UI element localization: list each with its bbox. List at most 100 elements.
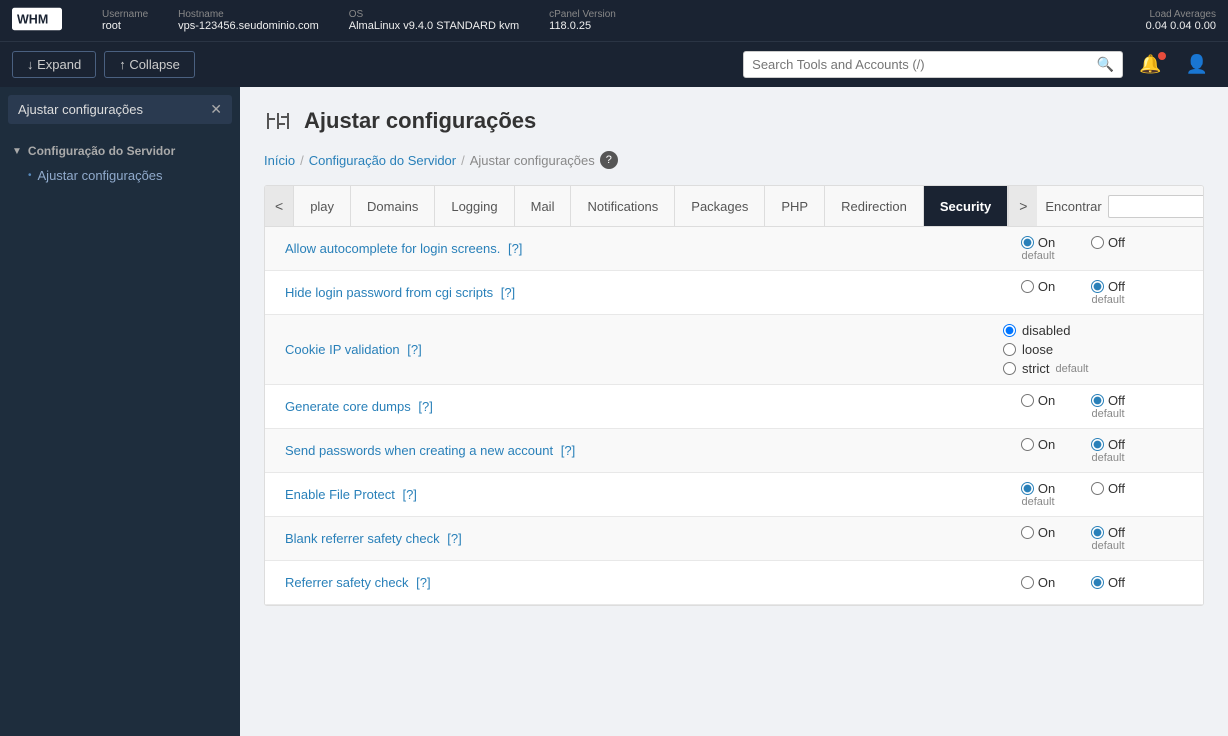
collapse-button[interactable]: ↑ Collapse xyxy=(104,51,195,78)
referrer-help[interactable]: [?] xyxy=(416,575,430,590)
fileprotect-on-col: On default xyxy=(1003,481,1073,508)
cookieip-link[interactable]: Cookie IP validation xyxy=(285,342,400,357)
blankreferrer-link[interactable]: Blank referrer safety check xyxy=(285,531,440,546)
referrer-link[interactable]: Referrer safety check xyxy=(285,575,409,590)
hidepassword-off-radio[interactable] xyxy=(1091,280,1104,293)
referrer-off-option: Off xyxy=(1091,575,1125,590)
referrer-radio-group: On Off xyxy=(1003,575,1183,590)
settings-row-cookieip: Cookie IP validation [?] disabled loose xyxy=(265,315,1203,385)
tabs-container: < play Domains Logging Mail Notification… xyxy=(264,185,1204,606)
settings-label-blankreferrer: Blank referrer safety check [?] xyxy=(265,517,983,560)
blankreferrer-help[interactable]: [?] xyxy=(447,531,461,546)
settings-list: Allow autocomplete for login screens. [?… xyxy=(265,227,1203,605)
coredumps-off-label: Off xyxy=(1108,393,1125,408)
search-input[interactable] xyxy=(752,57,1097,72)
tab-redirection[interactable]: Redirection xyxy=(825,186,924,226)
sendpasswords-on-label: On xyxy=(1038,437,1055,452)
settings-row-blankreferrer: Blank referrer safety check [?] On xyxy=(265,517,1203,561)
blankreferrer-controls: On Off default xyxy=(983,517,1203,560)
referrer-off-radio[interactable] xyxy=(1091,576,1104,589)
fileprotect-radio-group: On default Off xyxy=(1003,481,1183,508)
settings-label-autocomplete: Allow autocomplete for login screens. [?… xyxy=(265,227,983,270)
tabs-search-input[interactable] xyxy=(1108,195,1204,218)
sendpasswords-off-default: default xyxy=(1091,452,1124,464)
tab-notifications[interactable]: Notifications xyxy=(571,186,675,226)
user-button[interactable]: 👤 xyxy=(1178,50,1216,79)
hidepassword-link[interactable]: Hide login password from cgi scripts xyxy=(285,285,493,300)
settings-row-referrer: Referrer safety check [?] On xyxy=(265,561,1203,605)
sendpasswords-on-radio[interactable] xyxy=(1021,438,1034,451)
settings-label-hidepassword: Hide login password from cgi scripts [?] xyxy=(265,271,983,314)
referrer-on-radio[interactable] xyxy=(1021,576,1034,589)
cookieip-help[interactable]: [?] xyxy=(407,342,421,357)
username-value: root xyxy=(102,20,148,32)
tabs-search: Encontrar xyxy=(1037,191,1204,222)
blankreferrer-off-default: default xyxy=(1091,540,1124,552)
hidepassword-help[interactable]: [?] xyxy=(501,285,515,300)
coredumps-on-radio[interactable] xyxy=(1021,394,1034,407)
hidepassword-radio-group: On Off default xyxy=(1003,279,1183,306)
collapse-label: ↑ Collapse xyxy=(119,57,180,72)
autocomplete-link[interactable]: Allow autocomplete for login screens. xyxy=(285,241,500,256)
blankreferrer-off-radio[interactable] xyxy=(1091,526,1104,539)
cookieip-loose-radio[interactable] xyxy=(1003,343,1016,356)
autocomplete-on-default: default xyxy=(1021,250,1054,262)
cookieip-disabled-label: disabled xyxy=(1022,323,1070,338)
fileprotect-controls: On default Off xyxy=(983,473,1203,516)
cookieip-radio-group: disabled loose strict default xyxy=(1003,323,1183,376)
tab-packages[interactable]: Packages xyxy=(675,186,765,226)
cpanel-info: cPanel Version 118.0.25 xyxy=(549,9,616,32)
cookieip-strict-radio[interactable] xyxy=(1003,362,1016,375)
expand-button[interactable]: ↓ Expand xyxy=(12,51,96,78)
notifications-button[interactable]: 🔔 xyxy=(1131,50,1169,79)
hidepassword-on-radio[interactable] xyxy=(1021,280,1034,293)
tab-php[interactable]: PHP xyxy=(765,186,825,226)
tab-security[interactable]: Security xyxy=(924,186,1008,226)
hidepassword-off-label: Off xyxy=(1108,279,1125,294)
referrer-on-col: On xyxy=(1003,575,1073,590)
referrer-controls: On Off xyxy=(983,567,1203,598)
fileprotect-off-radio[interactable] xyxy=(1091,482,1104,495)
fileprotect-help[interactable]: [?] xyxy=(402,487,416,502)
notification-dot xyxy=(1158,52,1166,60)
breadcrumb-section[interactable]: Configuração do Servidor xyxy=(309,153,456,168)
sidebar-tag-label: Ajustar configurações xyxy=(18,102,143,117)
help-icon[interactable]: ? xyxy=(600,151,618,169)
sendpasswords-link[interactable]: Send passwords when creating a new accou… xyxy=(285,443,553,458)
sendpasswords-off-col: Off default xyxy=(1073,437,1143,464)
coredumps-link[interactable]: Generate core dumps xyxy=(285,399,411,414)
autocomplete-help[interactable]: [?] xyxy=(508,241,522,256)
coredumps-off-radio[interactable] xyxy=(1091,394,1104,407)
tab-domains[interactable]: Domains xyxy=(351,186,435,226)
blankreferrer-off-col: Off default xyxy=(1073,525,1143,552)
sidebar-item-ajustar[interactable]: • Ajustar configurações xyxy=(12,162,228,189)
coredumps-help[interactable]: [?] xyxy=(418,399,432,414)
tab-play[interactable]: play xyxy=(294,186,351,226)
autocomplete-on-col: On default xyxy=(1003,235,1073,262)
tab-mail[interactable]: Mail xyxy=(515,186,572,226)
autocomplete-off-radio[interactable] xyxy=(1091,236,1104,249)
sendpasswords-help[interactable]: [?] xyxy=(561,443,575,458)
svg-text:WHM: WHM xyxy=(17,12,48,26)
sidebar-section-title[interactable]: ▼ Configuração do Servidor xyxy=(12,140,228,162)
breadcrumb-home[interactable]: Início xyxy=(264,153,295,168)
close-icon[interactable]: ✕ xyxy=(210,101,222,118)
tabs-next-button[interactable]: > xyxy=(1008,186,1037,226)
tab-logging[interactable]: Logging xyxy=(435,186,514,226)
autocomplete-on-radio[interactable] xyxy=(1021,236,1034,249)
settings-label-referrer: Referrer safety check [?] xyxy=(265,561,983,604)
tabs-prev-button[interactable]: < xyxy=(265,186,294,226)
blankreferrer-on-radio[interactable] xyxy=(1021,526,1034,539)
settings-row-autocomplete: Allow autocomplete for login screens. [?… xyxy=(265,227,1203,271)
autocomplete-off-label: Off xyxy=(1108,235,1125,250)
cookieip-disabled-radio[interactable] xyxy=(1003,324,1016,337)
search-icon: 🔍 xyxy=(1097,56,1114,73)
fileprotect-link[interactable]: Enable File Protect xyxy=(285,487,395,502)
autocomplete-off-option: Off xyxy=(1091,235,1125,250)
autocomplete-controls: On default Off xyxy=(983,227,1203,270)
bullet-icon: • xyxy=(28,170,32,181)
fileprotect-on-radio[interactable] xyxy=(1021,482,1034,495)
settings-row-sendpasswords: Send passwords when creating a new accou… xyxy=(265,429,1203,473)
referrer-on-label: On xyxy=(1038,575,1055,590)
sendpasswords-off-radio[interactable] xyxy=(1091,438,1104,451)
